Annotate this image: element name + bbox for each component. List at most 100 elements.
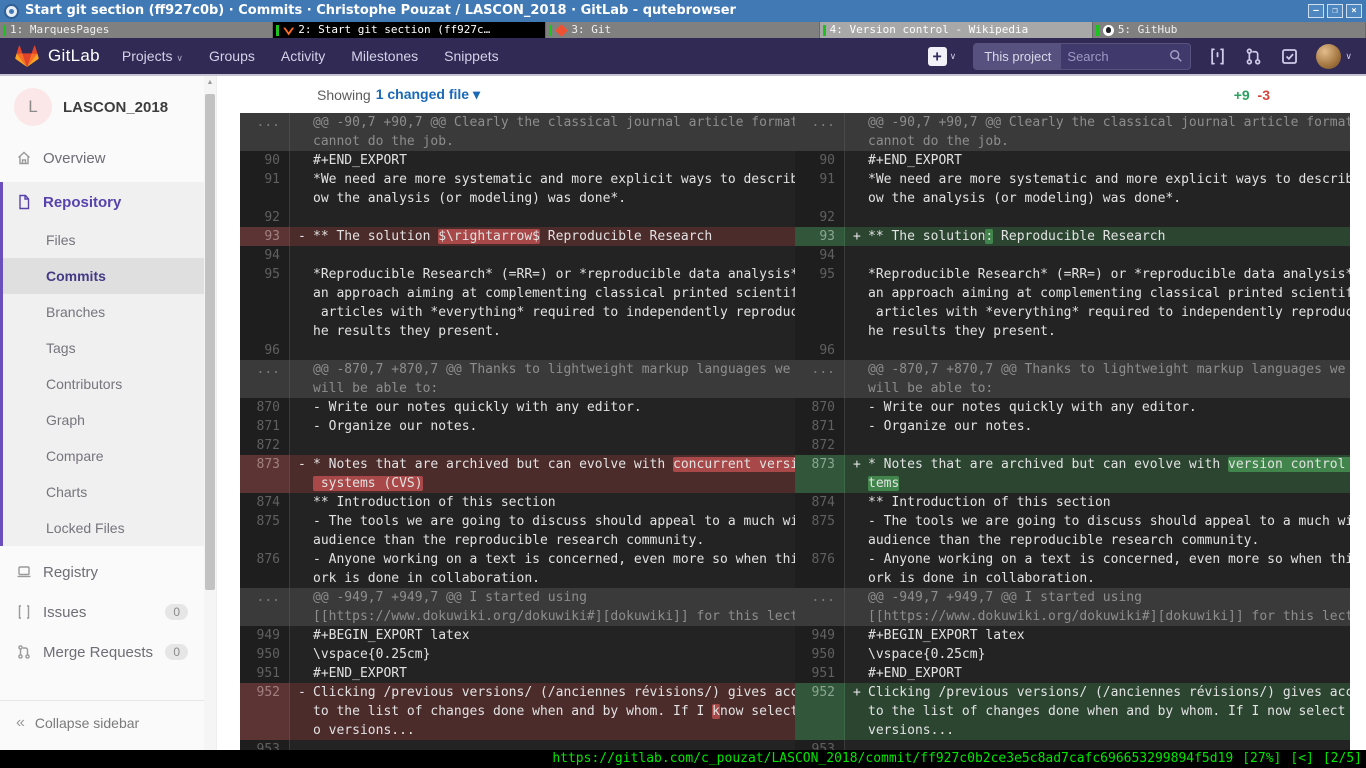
tab-2-start-git-section[interactable]: 2: Start git section (ff927c… bbox=[273, 22, 546, 38]
line-number[interactable]: 872 bbox=[795, 436, 845, 455]
changed-files-dropdown[interactable]: 1 changed file ▾ bbox=[376, 86, 480, 103]
scroll-up-arrow[interactable]: ▲ bbox=[204, 76, 216, 90]
close-button[interactable]: × bbox=[1346, 4, 1362, 18]
code-line: ** Introduction of this section bbox=[290, 493, 795, 512]
line-number[interactable]: 96 bbox=[795, 341, 845, 360]
sidebar-item-issues[interactable]: Issues 0 bbox=[0, 592, 204, 632]
tab-1-marquespages[interactable]: 1: MarquesPages bbox=[0, 22, 273, 38]
sidebar-item-tags[interactable]: Tags bbox=[3, 330, 204, 366]
line-number[interactable]: 92 bbox=[795, 208, 845, 227]
line-number[interactable]: 952 bbox=[795, 683, 845, 740]
tab-5-github[interactable]: 5: GitHub bbox=[1093, 22, 1366, 38]
collapse-sidebar-button[interactable]: « Collapse sidebar bbox=[0, 700, 204, 745]
line-number[interactable]: ... bbox=[240, 588, 290, 626]
line-number[interactable]: 951 bbox=[795, 664, 845, 683]
sidebar-item-registry[interactable]: Registry bbox=[0, 552, 204, 592]
code-line: +** The solution: Reproducible Research bbox=[845, 227, 1350, 246]
line-number[interactable]: 950 bbox=[240, 645, 290, 664]
line-number[interactable]: 870 bbox=[795, 398, 845, 417]
sidebar-item-compare[interactable]: Compare bbox=[3, 438, 204, 474]
sidebar-item-locked-files[interactable]: Locked Files bbox=[3, 510, 204, 546]
user-menu[interactable]: ∨ bbox=[1316, 44, 1352, 69]
sidebar-item-merge-requests[interactable]: Merge Requests 0 bbox=[0, 632, 204, 672]
tab-3-git[interactable]: 3: Git bbox=[546, 22, 819, 38]
line-number[interactable]: 949 bbox=[240, 626, 290, 645]
line-number[interactable]: 96 bbox=[240, 341, 290, 360]
line-number[interactable]: ... bbox=[240, 113, 290, 151]
brand-name: GitLab bbox=[48, 46, 100, 66]
diff-row: 96 bbox=[240, 341, 795, 360]
line-number[interactable]: 952 bbox=[240, 683, 290, 740]
sidebar-scrollbar[interactable]: ▲ bbox=[204, 76, 216, 750]
sidebar-item-graph[interactable]: Graph bbox=[3, 402, 204, 438]
search-icon[interactable] bbox=[1169, 49, 1183, 63]
line-number[interactable]: 876 bbox=[240, 550, 290, 588]
line-number[interactable]: 953 bbox=[795, 740, 845, 750]
sidebar-item-branches[interactable]: Branches bbox=[3, 294, 204, 330]
line-number[interactable]: 91 bbox=[240, 170, 290, 208]
nav-groups[interactable]: Groups bbox=[209, 48, 255, 64]
diff-row: 90 #+END_EXPORT bbox=[795, 151, 1350, 170]
line-number[interactable]: 949 bbox=[795, 626, 845, 645]
nav-snippets[interactable]: Snippets bbox=[444, 48, 498, 64]
line-number[interactable]: 871 bbox=[240, 417, 290, 436]
issues-icon bbox=[16, 604, 32, 620]
diff-row: 873+* Notes that are archived but can ev… bbox=[795, 455, 1350, 493]
line-number[interactable]: 875 bbox=[240, 512, 290, 550]
tab-4-version-control-wikipedia[interactable]: 4: Version control - Wikipedia bbox=[820, 22, 1093, 38]
line-number[interactable]: ... bbox=[795, 360, 845, 398]
project-sidebar: L LASCON_2018 Overview Repository Files … bbox=[0, 76, 217, 750]
line-number[interactable]: 873 bbox=[240, 455, 290, 493]
line-number[interactable]: 950 bbox=[795, 645, 845, 664]
line-number[interactable]: 93 bbox=[795, 227, 845, 246]
line-number[interactable]: 874 bbox=[795, 493, 845, 512]
line-number[interactable]: 94 bbox=[240, 246, 290, 265]
line-number[interactable]: 953 bbox=[240, 740, 290, 750]
document-icon bbox=[16, 194, 32, 210]
line-number[interactable]: ... bbox=[240, 360, 290, 398]
new-menu-button[interactable]: + ∨ bbox=[928, 47, 957, 66]
line-number[interactable]: ... bbox=[795, 588, 845, 626]
line-number[interactable]: 874 bbox=[240, 493, 290, 512]
line-number[interactable]: 95 bbox=[795, 265, 845, 341]
line-number[interactable]: 94 bbox=[795, 246, 845, 265]
line-number[interactable]: 90 bbox=[795, 151, 845, 170]
line-number[interactable]: 875 bbox=[795, 512, 845, 550]
issues-dashboard-icon[interactable] bbox=[1208, 47, 1227, 66]
minimize-button[interactable]: – bbox=[1308, 4, 1324, 18]
nav-activity[interactable]: Activity bbox=[281, 48, 325, 64]
gitlab-logo[interactable]: GitLab bbox=[14, 43, 100, 69]
nav-projects[interactable]: Projects ∨ bbox=[122, 48, 183, 64]
line-number[interactable]: 876 bbox=[795, 550, 845, 588]
line-number[interactable]: 92 bbox=[240, 208, 290, 227]
line-number[interactable]: 95 bbox=[240, 265, 290, 341]
sidebar-item-files[interactable]: Files bbox=[3, 222, 204, 258]
tab-label: 5: GitHub bbox=[1118, 22, 1178, 38]
line-number[interactable]: ... bbox=[795, 113, 845, 151]
git-icon bbox=[556, 24, 569, 37]
sidebar-item-repository[interactable]: Repository bbox=[3, 182, 204, 222]
line-number[interactable]: 870 bbox=[240, 398, 290, 417]
line-number[interactable]: 951 bbox=[240, 664, 290, 683]
sidebar-item-commits[interactable]: Commits bbox=[3, 258, 204, 294]
code-line: - Write our notes quickly with any edito… bbox=[845, 398, 1350, 417]
todos-icon[interactable] bbox=[1280, 47, 1299, 66]
sidebar-item-charts[interactable]: Charts bbox=[3, 474, 204, 510]
line-number[interactable]: 872 bbox=[240, 436, 290, 455]
sidebar-item-contributors[interactable]: Contributors bbox=[3, 366, 204, 402]
nav-milestones[interactable]: Milestones bbox=[351, 48, 418, 64]
line-number[interactable]: 91 bbox=[795, 170, 845, 208]
project-header[interactable]: L LASCON_2018 bbox=[0, 76, 204, 138]
line-number[interactable]: 90 bbox=[240, 151, 290, 170]
merge-requests-icon[interactable] bbox=[1244, 47, 1263, 66]
code-line: +* Notes that are archived but can evolv… bbox=[845, 455, 1350, 493]
line-number[interactable]: 873 bbox=[795, 455, 845, 493]
sidebar-item-overview[interactable]: Overview bbox=[0, 138, 204, 178]
maximize-button[interactable]: ❐ bbox=[1327, 4, 1343, 18]
line-number[interactable]: 871 bbox=[795, 417, 845, 436]
search-input[interactable] bbox=[1061, 49, 1169, 64]
diff-row: 953 bbox=[795, 740, 1350, 750]
code-line: #+END_EXPORT bbox=[290, 151, 795, 170]
scrollbar-thumb[interactable] bbox=[205, 94, 215, 590]
line-number[interactable]: 93 bbox=[240, 227, 290, 246]
